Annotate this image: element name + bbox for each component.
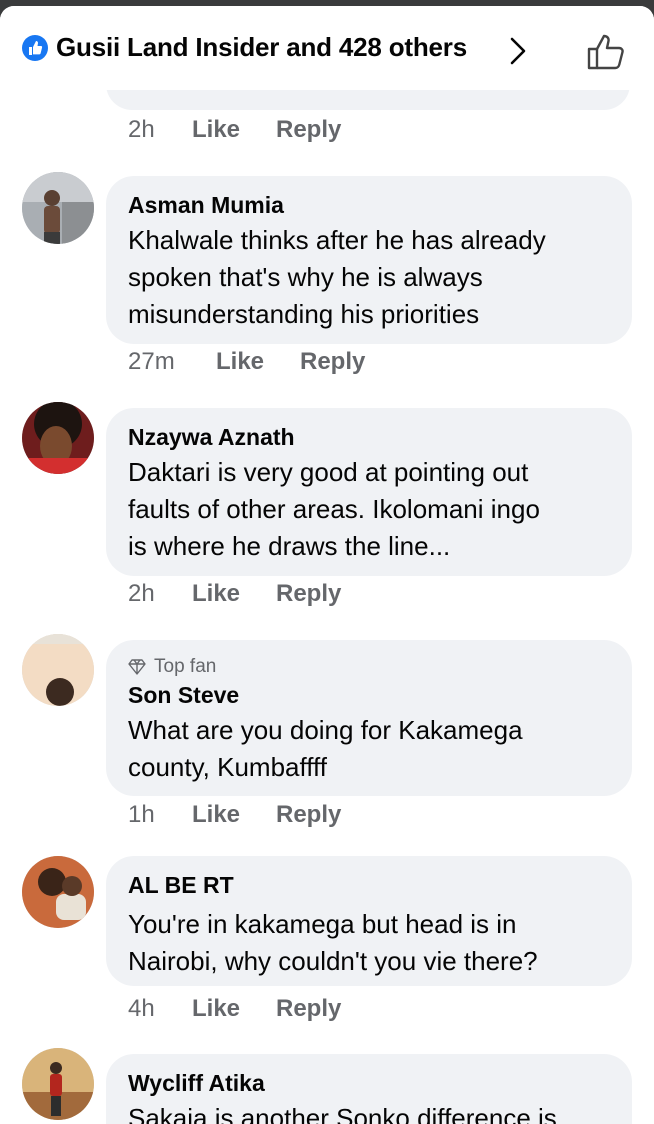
avatar[interactable] <box>22 856 94 928</box>
comment-bubble[interactable]: Nzaywa Aznath Daktari is very good at po… <box>106 408 632 576</box>
comments-sheet: Gusii Land Insider and 428 others 2h Lik… <box>0 6 654 1124</box>
comment-bubble[interactable]: Top fan Son Steve What are you doing for… <box>106 640 632 796</box>
comment-author[interactable]: Asman Mumia <box>128 192 284 219</box>
comment-line: What are you doing for Kakamega <box>128 715 523 745</box>
reply-button[interactable]: Reply <box>300 348 365 380</box>
comment-time: 2h <box>128 580 155 607</box>
diamond-icon <box>128 659 146 675</box>
thumbs-up-outline-icon[interactable] <box>586 33 626 76</box>
comment-time: 2h <box>128 116 155 143</box>
like-button[interactable]: Like <box>192 801 276 833</box>
like-button[interactable]: Like <box>216 348 300 380</box>
comment-line: Khalwale thinks after he has already <box>128 225 546 255</box>
comment-line: county, Kumbaffff <box>128 752 327 782</box>
comment-time: 1h <box>128 801 155 828</box>
top-fan-label: Top fan <box>154 656 217 677</box>
comment-line: is where he draws the line... <box>128 531 451 561</box>
comment-actions: 27m Like Reply <box>128 348 365 380</box>
comment-author[interactable]: Nzaywa Aznath <box>128 424 295 451</box>
comment-time: 4h <box>128 995 155 1022</box>
reply-button[interactable]: Reply <box>276 995 341 1027</box>
chevron-right-icon[interactable] <box>508 36 528 71</box>
like-button[interactable]: Like <box>192 995 276 1027</box>
comment-line: spoken that's why he is always <box>128 262 483 292</box>
comment-line: Sakaja is another Sonko difference is <box>128 1103 557 1124</box>
comment-time: 27m <box>128 348 175 375</box>
comment-actions: 1h Like Reply <box>128 801 341 833</box>
reactions-summary[interactable]: Gusii Land Insider and 428 others <box>56 32 467 63</box>
comment-text: Daktari is very good at pointing out fau… <box>128 454 618 565</box>
top-fan-badge: Top fan <box>128 656 216 678</box>
like-badge-icon <box>22 35 48 61</box>
comment-line: misunderstanding his priorities <box>128 299 480 329</box>
comment-line: Nairobi, why couldn't you vie there? <box>128 946 538 976</box>
comment-bubble[interactable]: AL BE RT You're in kakamega but head is … <box>106 856 632 986</box>
comment-author[interactable]: Wycliff Atika <box>128 1070 265 1097</box>
reactions-header[interactable]: Gusii Land Insider and 428 others <box>0 6 654 90</box>
comment-text: Khalwale thinks after he has already spo… <box>128 222 618 333</box>
comment-line: faults of other areas. Ikolomani ingo <box>128 494 540 524</box>
comment-text: You're in kakamega but head is in Nairob… <box>128 906 618 980</box>
comment-line: Daktari is very good at pointing out <box>128 457 529 487</box>
comment-actions: 4h Like Reply <box>128 995 341 1027</box>
comment-bubble[interactable]: Wycliff Atika Sakaja is another Sonko di… <box>106 1054 632 1124</box>
comment-bubble[interactable]: Asman Mumia Khalwale thinks after he has… <box>106 176 632 344</box>
comment-author[interactable]: Son Steve <box>128 682 239 709</box>
avatar[interactable] <box>22 402 94 474</box>
comment-line: You're in kakamega but head is in <box>128 909 517 939</box>
like-button[interactable]: Like <box>192 580 276 612</box>
reply-button[interactable]: Reply <box>276 116 341 148</box>
like-button[interactable]: Like <box>192 116 276 148</box>
avatar[interactable] <box>22 1048 94 1120</box>
comment-text: Sakaja is another Sonko difference is <box>128 1100 618 1124</box>
comment-text: What are you doing for Kakamega county, … <box>128 712 618 786</box>
reply-button[interactable]: Reply <box>276 801 341 833</box>
reply-button[interactable]: Reply <box>276 580 341 612</box>
comment-author[interactable]: AL BE RT <box>128 872 234 899</box>
comment-actions: 2h Like Reply <box>128 116 341 148</box>
avatar[interactable] <box>22 172 94 244</box>
comment-actions: 2h Like Reply <box>128 580 341 612</box>
avatar[interactable] <box>22 634 94 706</box>
